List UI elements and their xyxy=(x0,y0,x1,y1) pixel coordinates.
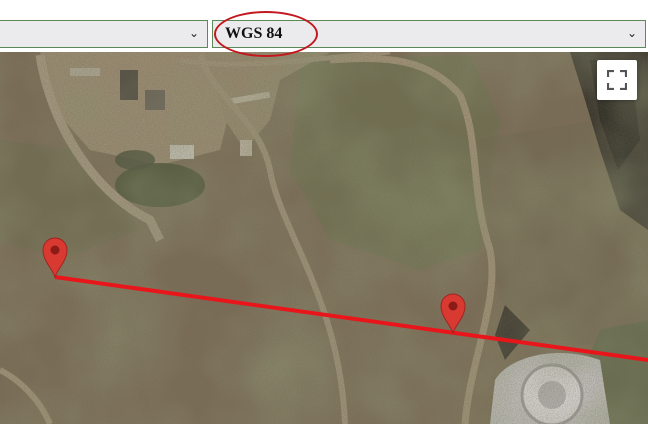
select-value: WGS 84 xyxy=(225,25,283,42)
coordinate-system-select[interactable]: WGS 84 ⌄ xyxy=(212,20,646,48)
toolbar: ⌄ WGS 84 ⌄ xyxy=(0,0,648,52)
satellite-map[interactable] xyxy=(0,0,648,424)
map-pin-icon[interactable] xyxy=(439,292,467,334)
fullscreen-icon xyxy=(607,70,627,90)
chevron-down-icon: ⌄ xyxy=(626,26,637,40)
map-pin-icon[interactable] xyxy=(41,236,69,278)
chevron-down-icon: ⌄ xyxy=(188,26,199,40)
fullscreen-button[interactable] xyxy=(597,60,637,100)
coordinate-system-select-left[interactable]: ⌄ xyxy=(0,20,208,48)
